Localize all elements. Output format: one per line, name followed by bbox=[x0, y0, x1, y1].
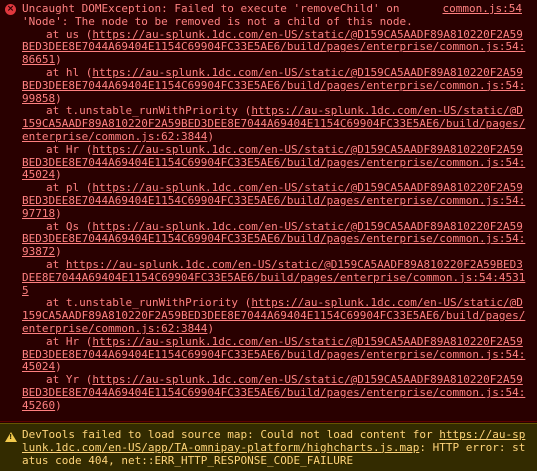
stack-frame-function: at hl ( bbox=[46, 65, 93, 79]
stack-frame-function: at us ( bbox=[46, 27, 93, 41]
stack-frame: at hl (https://au-splunk.1dc.com/en-US/s… bbox=[22, 65, 527, 105]
warning-prefix: DevTools failed to load source map: Coul… bbox=[22, 428, 440, 441]
error-x-icon: × bbox=[5, 4, 16, 15]
warning-triangle-icon bbox=[5, 432, 17, 442]
stack-frame-suffix: ) bbox=[55, 206, 62, 220]
stack-frame-link[interactable]: https://au-splunk.1dc.com/en-US/static/@… bbox=[22, 181, 525, 220]
stack-frame-suffix: ) bbox=[207, 129, 215, 143]
stack-frame-function: at pl ( bbox=[46, 181, 93, 195]
stack-frame-link[interactable]: https://au-splunk.1dc.com/en-US/static/@… bbox=[22, 28, 525, 67]
stack-frame: at Hr (https://au-splunk.1dc.com/en-US/s… bbox=[22, 334, 527, 374]
warning-text: DevTools failed to load source map: Coul… bbox=[22, 428, 527, 467]
stack-frame: at us (https://au-splunk.1dc.com/en-US/s… bbox=[22, 27, 527, 67]
stack-frame-function: at Hr ( bbox=[46, 334, 93, 348]
stack-frame-link[interactable]: https://au-splunk.1dc.com/en-US/static/@… bbox=[22, 335, 525, 374]
stack-frame-function: at bbox=[46, 257, 66, 271]
stack-frame-link[interactable]: https://au-splunk.1dc.com/en-US/static/@… bbox=[22, 220, 525, 259]
stack-frame-link[interactable]: https://au-splunk.1dc.com/en-US/static/@… bbox=[22, 66, 525, 105]
stack-frame: at Hr (https://au-splunk.1dc.com/en-US/s… bbox=[22, 142, 527, 182]
stack-frame: at https://au-splunk.1dc.com/en-US/stati… bbox=[22, 257, 527, 297]
console-warning-message[interactable]: DevTools failed to load source map: Coul… bbox=[0, 423, 537, 471]
stack-frame-function: at Hr ( bbox=[46, 142, 93, 156]
stack-frame: at pl (https://au-splunk.1dc.com/en-US/s… bbox=[22, 181, 527, 220]
stack-frame: at t.unstable_runWithPriority (https://a… bbox=[22, 296, 527, 335]
console-error-message[interactable]: × common.js:54 Uncaught DOMException: Fa… bbox=[0, 0, 537, 422]
stack-frame-suffix: ) bbox=[55, 245, 62, 259]
stack-frame-link[interactable]: https://au-splunk.1dc.com/en-US/static/@… bbox=[22, 258, 525, 297]
stack-frame-function: at Yr ( bbox=[46, 373, 93, 387]
stack-frame-function: at Qs ( bbox=[46, 219, 93, 233]
stack-frame: at t.unstable_runWithPriority (https://a… bbox=[22, 104, 527, 143]
stack-frame-function: at t.unstable_runWithPriority ( bbox=[46, 104, 252, 118]
stack-frame-function: at t.unstable_runWithPriority ( bbox=[46, 296, 252, 310]
stack-frame: at Yr (https://au-splunk.1dc.com/en-US/s… bbox=[22, 373, 527, 412]
stack-frame-link[interactable]: https://au-splunk.1dc.com/en-US/static/@… bbox=[22, 373, 525, 412]
devtools-console: × common.js:54 Uncaught DOMException: Fa… bbox=[0, 0, 537, 471]
source-link[interactable]: common.js:54 bbox=[443, 2, 522, 16]
stack-frame-suffix: ) bbox=[207, 321, 215, 335]
stack-trace: at us (https://au-splunk.1dc.com/en-US/s… bbox=[22, 27, 527, 413]
stack-frame-suffix: ) bbox=[55, 53, 62, 67]
stack-frame-suffix: ) bbox=[55, 168, 62, 182]
stack-frame: at Qs (https://au-splunk.1dc.com/en-US/s… bbox=[22, 219, 527, 259]
stack-frame-suffix: ) bbox=[55, 398, 62, 412]
stack-frame-link[interactable]: https://au-splunk.1dc.com/en-US/static/@… bbox=[22, 143, 525, 182]
stack-frame-suffix: ) bbox=[55, 91, 62, 105]
stack-frame-suffix: ) bbox=[55, 360, 62, 374]
